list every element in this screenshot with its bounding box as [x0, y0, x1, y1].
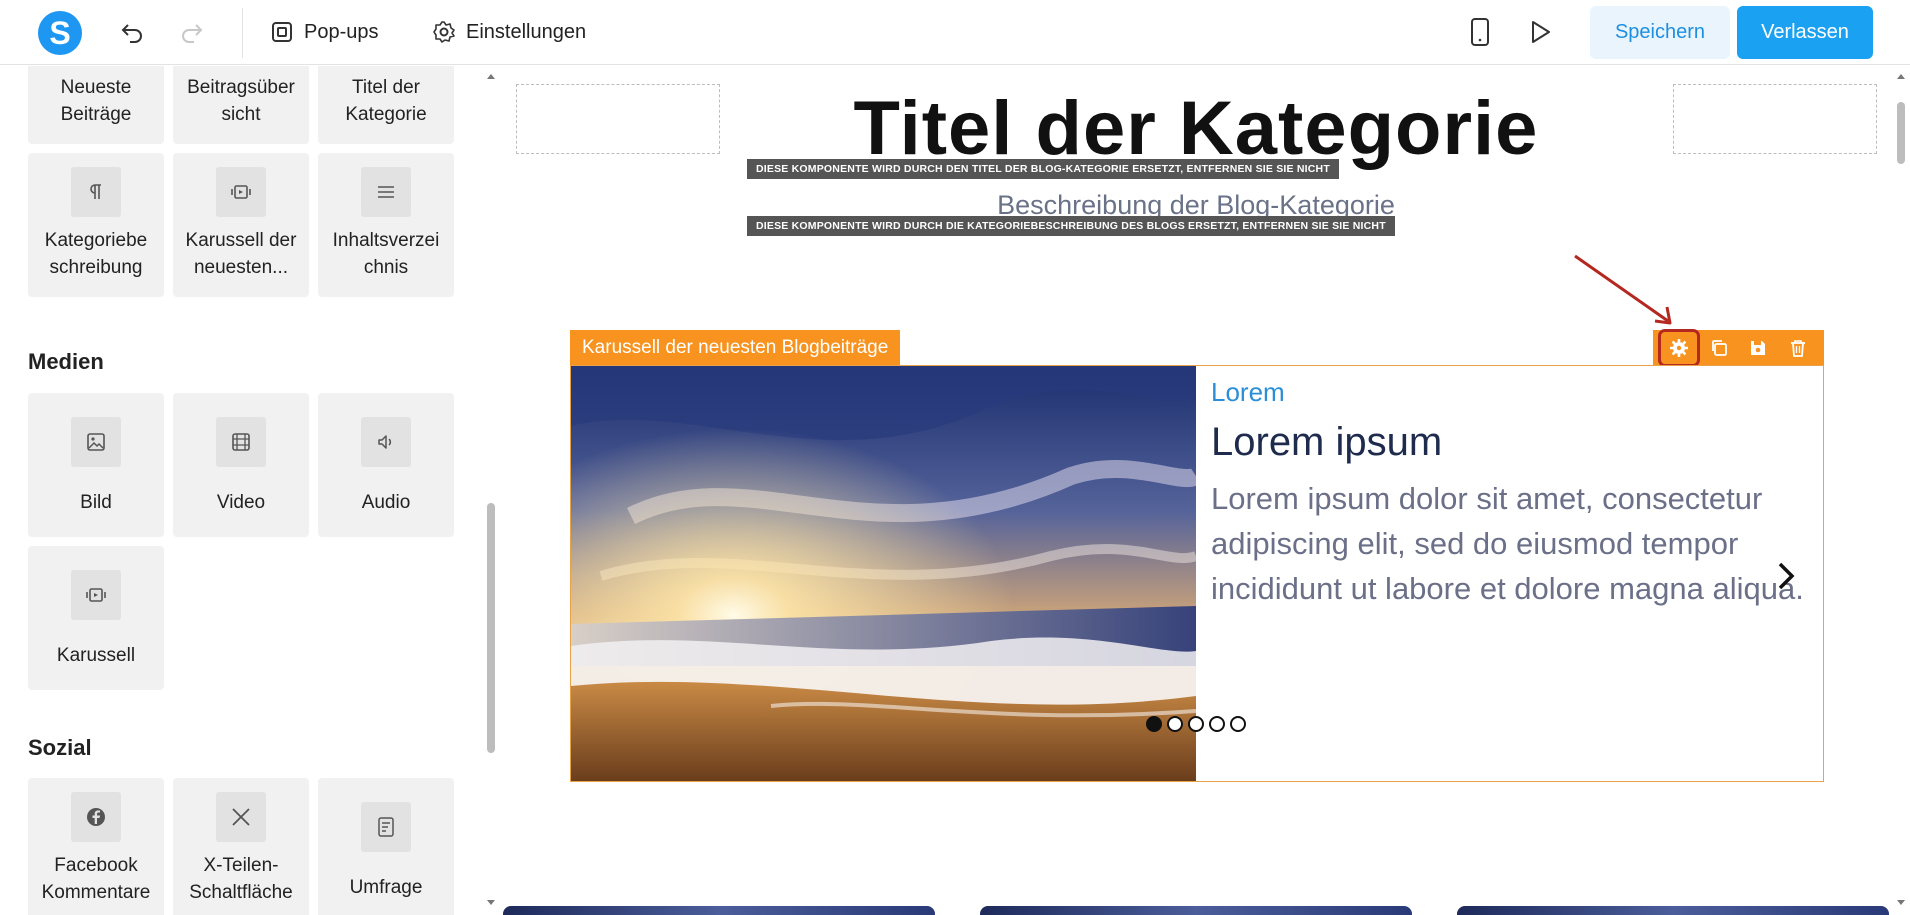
trash-icon	[1791, 340, 1806, 357]
editor-canvas: Titel der Kategorie DIESE KOMPONENTE WIR…	[500, 66, 1892, 915]
latest-posts-carousel[interactable]: Lorem Lorem ipsum Lorem ipsum dolor sit …	[570, 365, 1824, 782]
tile-label: X-Teilen-Schaltfläche	[189, 855, 293, 903]
component-toolbar	[1653, 329, 1824, 367]
carousel-dot[interactable]	[1167, 716, 1183, 732]
carousel-slide-image[interactable]	[571, 366, 1196, 781]
tile-label: Facebook Kommentare	[41, 855, 151, 903]
image-icon	[71, 417, 121, 467]
tile-label: Audio	[361, 492, 411, 513]
post-thumbnail[interactable]	[503, 906, 935, 915]
tile-latest-posts[interactable]: Neueste Beiträge	[28, 66, 164, 144]
tile-x-share-button[interactable]: X-Teilen-Schaltfläche	[173, 778, 309, 915]
panel-scrollbar-thumb[interactable]	[487, 503, 495, 753]
post-thumbnail[interactable]	[980, 906, 1412, 915]
tile-label: Titel der Kategorie	[345, 77, 427, 125]
tile-audio[interactable]: Audio	[318, 393, 454, 537]
components-panel: Neueste Beiträge Beitragsüber sicht Tite…	[0, 66, 500, 915]
delete-component-button[interactable]	[1781, 333, 1815, 363]
tile-category-title[interactable]: Titel der Kategorie	[318, 66, 454, 144]
section-title-social: Sozial	[28, 735, 92, 760]
paragraph-icon	[71, 167, 121, 217]
play-preview-icon[interactable]	[1524, 16, 1556, 48]
component-settings-button[interactable]	[1657, 329, 1700, 367]
canvas-scrollbar-thumb[interactable]	[1897, 102, 1905, 164]
slide-title[interactable]: Lorem ipsum	[1211, 420, 1442, 465]
popups-label: Pop-ups	[304, 20, 379, 43]
tile-label: Umfrage	[349, 877, 423, 898]
panel-scrollbar[interactable]	[483, 66, 499, 915]
carousel-dot[interactable]	[1188, 716, 1204, 732]
floppy-disk-icon	[1751, 341, 1766, 355]
speaker-icon	[361, 417, 411, 467]
carousel-dot[interactable]	[1146, 716, 1162, 732]
gear-icon	[433, 21, 455, 43]
tile-poll[interactable]: Umfrage	[318, 778, 454, 915]
poll-icon	[361, 802, 411, 852]
tile-label: Kategoriebe schreibung	[44, 230, 148, 278]
duplicate-component-button[interactable]	[1702, 333, 1736, 363]
top-toolbar: S Pop-ups Einstellungen Speichern Verlas…	[0, 0, 1910, 65]
section-title-media: Medien	[28, 349, 104, 374]
copy-icon	[1711, 340, 1727, 356]
annotation-arrow	[1574, 254, 1672, 325]
tile-carousel[interactable]: Karussell	[28, 546, 164, 690]
tile-label: Bild	[80, 492, 112, 513]
popup-icon	[272, 22, 292, 42]
carousel-icon	[71, 570, 121, 620]
exit-button[interactable]: Verlassen	[1737, 6, 1873, 59]
slide-excerpt: Lorem ipsum dolor sit amet, consectetur …	[1211, 481, 1804, 606]
mobile-preview-icon[interactable]	[1464, 16, 1496, 48]
tile-table-of-contents[interactable]: Inhaltsverzei chnis	[318, 153, 454, 297]
tile-category-description[interactable]: Kategoriebe schreibung	[28, 153, 164, 297]
description-warning-badge: DIESE KOMPONENTE WIRD DURCH DIE KATEGORI…	[747, 216, 1395, 236]
slide-category[interactable]: Lorem	[1211, 377, 1285, 408]
tile-post-overview[interactable]: Beitragsüber sicht	[173, 66, 309, 144]
list-icon	[361, 167, 411, 217]
carousel-component-tag[interactable]: Karussell der neuesten Blogbeiträge	[570, 330, 901, 366]
tile-label: Karussell	[56, 645, 136, 666]
tile-label: Beitragsüber sicht	[187, 77, 295, 125]
title-warning-badge: DIESE KOMPONENTE WIRD DURCH DEN TITEL DE…	[747, 159, 1339, 179]
tile-label: Inhaltsverzei chnis	[332, 230, 440, 278]
chevron-right-icon	[1778, 562, 1795, 590]
save-button[interactable]: Speichern	[1590, 6, 1730, 59]
carousel-next-button[interactable]	[1771, 556, 1801, 596]
tile-facebook-comments[interactable]: Facebook Kommentare	[28, 778, 164, 915]
carousel-pagination	[1146, 716, 1246, 732]
film-icon	[216, 417, 266, 467]
undo-icon[interactable]	[116, 16, 148, 48]
tile-label: Video	[216, 492, 266, 513]
gear-icon	[1669, 339, 1688, 357]
carousel-dot[interactable]	[1230, 716, 1246, 732]
tile-video[interactable]: Video	[173, 393, 309, 537]
tile-label: Karussell der neuesten...	[185, 230, 297, 278]
carousel-icon	[216, 167, 266, 217]
save-component-button[interactable]	[1741, 333, 1775, 363]
settings-label: Einstellungen	[466, 20, 587, 43]
tile-label: Neueste Beiträge	[60, 77, 132, 125]
settings-button[interactable]: Einstellungen	[432, 16, 586, 48]
tile-latest-carousel[interactable]: Karussell der neuesten...	[173, 153, 309, 297]
facebook-icon	[71, 792, 121, 842]
x-logo-icon	[216, 792, 266, 842]
popups-button[interactable]: Pop-ups	[270, 16, 379, 48]
app-logo[interactable]: S	[38, 11, 82, 55]
post-thumbnail[interactable]	[1457, 906, 1889, 915]
redo-icon[interactable]	[176, 16, 208, 48]
carousel-dot[interactable]	[1209, 716, 1225, 732]
canvas-scrollbar[interactable]	[1892, 66, 1910, 915]
toolbar-divider	[242, 8, 243, 58]
tile-image[interactable]: Bild	[28, 393, 164, 537]
